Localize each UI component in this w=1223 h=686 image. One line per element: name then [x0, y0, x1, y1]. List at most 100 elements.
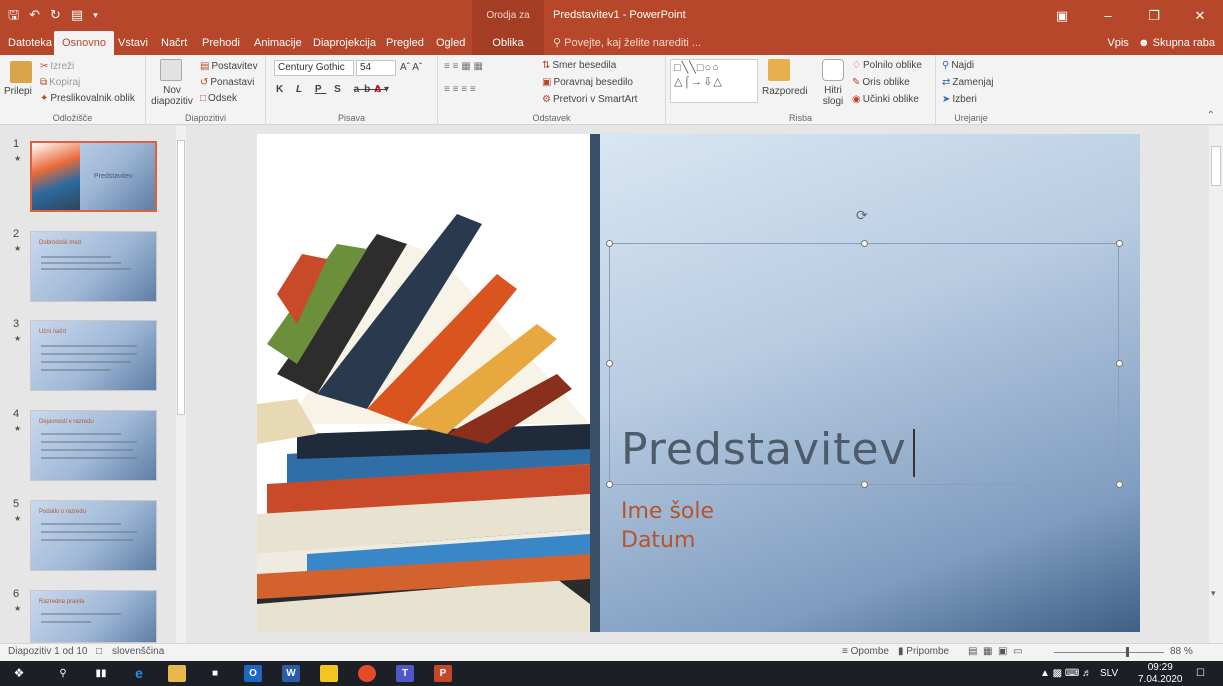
outlook-icon[interactable]: O: [244, 665, 262, 682]
arrange-icon[interactable]: [768, 59, 790, 81]
quick-styles-icon[interactable]: [822, 59, 844, 81]
layout-button[interactable]: ▤ Postavitev: [200, 60, 258, 74]
save-icon[interactable]: 🖫: [8, 6, 19, 24]
thumbnail-slide-1[interactable]: Predstavitev: [30, 141, 157, 212]
thumbnails-scrollbar[interactable]: [176, 126, 186, 643]
paste-button[interactable]: Prilepi: [4, 85, 32, 99]
chrome-icon[interactable]: [358, 665, 376, 682]
tab-pregled[interactable]: Pregled: [386, 31, 424, 55]
resize-handle[interactable]: [1116, 481, 1123, 488]
rotate-handle-icon[interactable]: ⟳: [856, 207, 868, 224]
slide-scrollbar[interactable]: ▾: [1209, 126, 1223, 643]
replace-button[interactable]: ⇄ Zamenjaj: [942, 76, 994, 90]
input-language[interactable]: SLV: [1100, 661, 1118, 686]
thumbnail-slide-3[interactable]: Učni načrt: [30, 320, 157, 391]
format-painter-button[interactable]: ✦ Preslikovalnik oblik: [40, 92, 135, 106]
word-icon[interactable]: W: [282, 665, 300, 682]
tray-icons[interactable]: ▲ ▩ ⌨ ♬: [1040, 661, 1092, 686]
resize-handle[interactable]: [861, 481, 868, 488]
thumbnail-slide-2[interactable]: Dobrodošli med: [30, 231, 157, 302]
tab-ogled[interactable]: Ogled: [436, 31, 465, 55]
font-color-icon[interactable]: A ▾: [374, 83, 389, 97]
font-name-select[interactable]: Century Gothic: [274, 60, 354, 76]
select-button[interactable]: ➤ Izberi: [942, 93, 977, 107]
comments-button[interactable]: ▮ Pripombe: [898, 646, 949, 657]
slide-canvas[interactable]: ⟳ Predstavitev Ime šole Datum: [257, 134, 1140, 632]
thumbnail-slide-5[interactable]: Podatki o razredu: [30, 500, 157, 571]
scroll-down-icon[interactable]: ▾: [1211, 588, 1216, 599]
new-slide-button[interactable]: Nov diapozitiv: [148, 85, 196, 107]
spellcheck-icon[interactable]: □: [96, 646, 102, 657]
tab-animacije[interactable]: Animacije: [254, 31, 302, 55]
new-slide-icon[interactable]: [160, 59, 182, 81]
resize-handle[interactable]: [861, 240, 868, 247]
teams-icon[interactable]: T: [396, 665, 414, 682]
tab-diaprojekcija[interactable]: Diaprojekcija: [313, 31, 376, 55]
tab-oblika[interactable]: Oblika: [472, 31, 544, 55]
notifications-icon[interactable]: ☐: [1196, 661, 1205, 686]
sticky-notes-icon[interactable]: [320, 665, 338, 682]
smartart-button[interactable]: ⚙ Pretvori v SmartArt: [542, 93, 637, 107]
share-button[interactable]: ☻ Skupna raba: [1138, 37, 1215, 49]
resize-handle[interactable]: [606, 360, 613, 367]
store-icon[interactable]: ■: [206, 665, 224, 682]
close-icon[interactable]: ✕: [1177, 0, 1223, 31]
quick-styles-button[interactable]: Hitri slogi: [816, 85, 850, 107]
minimize-icon[interactable]: –: [1085, 0, 1131, 31]
align-text-button[interactable]: ▣ Poravnaj besedilo: [542, 76, 633, 90]
shape-outline-button[interactable]: ✎ Oris oblike: [852, 76, 910, 90]
search-icon[interactable]: ⚲: [54, 665, 72, 682]
tab-prehodi[interactable]: Prehodi: [202, 31, 240, 55]
font-format-buttons[interactable]: K L P S abc: [276, 83, 386, 97]
resize-handle[interactable]: [1116, 360, 1123, 367]
thumbnail-slide-4[interactable]: Dejavnosti v razredu: [30, 410, 157, 481]
notes-button[interactable]: ≡ Opombe: [842, 646, 889, 657]
copy-button[interactable]: ⧉ Kopiraj: [40, 76, 80, 90]
reset-button[interactable]: ↺ Ponastavi: [200, 76, 254, 90]
align-icons[interactable]: ≡ ≡ ≡ ≡: [444, 83, 476, 97]
zoom-slider[interactable]: [1054, 652, 1164, 653]
slide-title[interactable]: Predstavitev: [621, 424, 907, 475]
text-direction-button[interactable]: ⇅ Smer besedila: [542, 59, 616, 73]
windows-start-icon[interactable]: ❖: [10, 665, 28, 682]
view-buttons[interactable]: ▤ ▦ ▣ ▭: [968, 646, 1022, 657]
tab-osnovno[interactable]: Osnovno: [54, 31, 115, 55]
resize-handle[interactable]: [1116, 240, 1123, 247]
file-explorer-icon[interactable]: [168, 665, 186, 682]
bullets-icon[interactable]: ≡ ≡ ▦ ▦: [444, 60, 483, 74]
thumbnails-scroll-thumb[interactable]: [177, 140, 185, 415]
zoom-slider-thumb[interactable]: [1126, 647, 1129, 657]
task-view-icon[interactable]: ▮▮: [92, 665, 110, 682]
sign-in-link[interactable]: Vpis: [1107, 37, 1128, 49]
edge-icon[interactable]: e: [130, 665, 148, 682]
resize-handle[interactable]: [606, 481, 613, 488]
tell-me-search[interactable]: ⚲ Povejte, kaj želite narediti ...: [553, 31, 701, 55]
slide-scroll-thumb[interactable]: [1211, 146, 1221, 186]
redo-icon[interactable]: ↻: [50, 6, 61, 24]
customize-qat-icon[interactable]: ▾: [93, 6, 98, 24]
grow-font-icon[interactable]: Aˆ Aˇ: [400, 61, 422, 75]
start-slideshow-icon[interactable]: ▤: [71, 6, 83, 24]
find-button[interactable]: ⚲ Najdi: [942, 59, 974, 73]
shape-fill-button[interactable]: ♢ Polnilo oblike: [852, 59, 922, 73]
slide-subtitle-date[interactable]: Datum: [621, 528, 695, 553]
ribbon-display-icon[interactable]: ▣: [1039, 0, 1085, 31]
books-image[interactable]: [257, 134, 590, 632]
maximize-icon[interactable]: ❐: [1131, 0, 1177, 31]
collapse-ribbon-icon[interactable]: ⌃: [1207, 109, 1215, 123]
section-button[interactable]: □ Odsek: [200, 92, 237, 106]
resize-handle[interactable]: [606, 240, 613, 247]
font-size-select[interactable]: 54: [356, 60, 396, 76]
arrange-button[interactable]: Razporedi: [762, 85, 808, 99]
shape-effects-button[interactable]: ◉ Učinki oblike: [852, 93, 919, 107]
paste-icon[interactable]: [10, 61, 32, 83]
tab-datoteka[interactable]: Datoteka: [8, 31, 52, 55]
undo-icon[interactable]: ↶: [29, 6, 40, 24]
tab-nacrt[interactable]: Načrt: [161, 31, 187, 55]
language-indicator[interactable]: slovenščina: [112, 646, 164, 657]
clock[interactable]: 09:29 7.04.2020: [1138, 662, 1183, 686]
thumbnail-slide-6[interactable]: Razredna pravila: [30, 590, 157, 643]
cut-button[interactable]: ✂ Izreži: [40, 60, 74, 74]
powerpoint-icon[interactable]: P: [434, 665, 452, 682]
tab-vstavi[interactable]: Vstavi: [118, 31, 148, 55]
